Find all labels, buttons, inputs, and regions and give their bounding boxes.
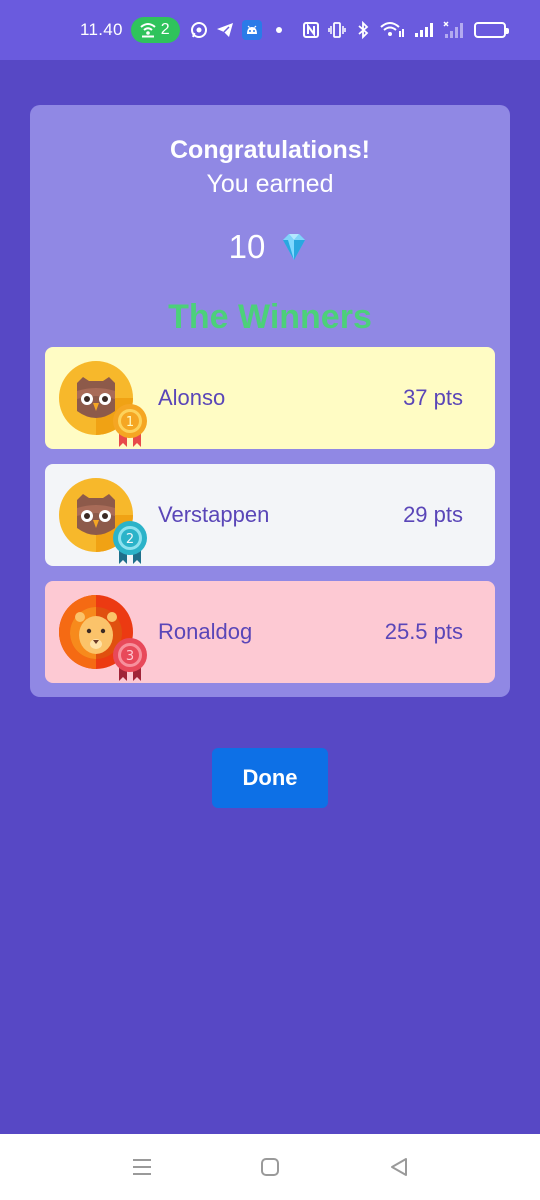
owl-avatar: 1 <box>59 361 147 447</box>
wifi-icon <box>380 21 406 39</box>
hotspot-count: 2 <box>160 21 170 38</box>
bluetooth-icon <box>354 21 372 39</box>
winner-row-2: 2 Verstappen 29 pts <box>45 464 495 566</box>
signal-icon <box>414 21 434 39</box>
rank-medal-2: 2 <box>109 518 151 566</box>
done-button[interactable]: Done <box>212 748 328 808</box>
earned-subheading: You earned <box>206 170 334 198</box>
hotspot-icon <box>139 21 157 39</box>
player-points: 29 pts <box>403 502 463 527</box>
reward-amount-row: 10 <box>0 228 540 266</box>
player-name: Ronaldog <box>158 619 253 644</box>
congratulations-heading: Congratulations! <box>170 136 370 164</box>
home-icon[interactable] <box>257 1154 283 1180</box>
android-app-icon <box>241 20 262 40</box>
signal-no-sim-icon <box>442 21 466 39</box>
lion-avatar: 3 <box>59 595 147 681</box>
winner-row-1: 1 Alonso 37 pts <box>45 347 495 449</box>
diamond-icon <box>277 230 311 264</box>
menu-icon[interactable] <box>129 1154 155 1180</box>
player-name: Verstappen <box>158 502 270 527</box>
winners-title: The Winners <box>168 298 372 336</box>
hotspot-badge: 2 <box>130 17 180 43</box>
back-icon[interactable] <box>386 1154 412 1180</box>
rank-number: 3 <box>126 649 134 664</box>
player-name: Alonso <box>158 385 226 410</box>
rank-number: 1 <box>126 415 134 430</box>
notification-dot <box>275 27 282 33</box>
vibrate-icon <box>327 21 346 39</box>
rank-medal-3: 3 <box>109 635 151 683</box>
nfc-icon <box>302 21 320 39</box>
battery-icon <box>473 22 509 38</box>
owl-avatar: 2 <box>59 478 147 564</box>
whatsapp-icon <box>190 21 208 39</box>
player-points: 25.5 pts <box>384 619 463 644</box>
reward-amount: 10 <box>228 228 266 265</box>
status-time: 11.40 <box>80 20 123 39</box>
rank-number: 2 <box>126 532 134 547</box>
player-points: 37 pts <box>403 385 463 410</box>
telegram-icon <box>216 21 234 39</box>
winner-row-3: 3 Ronaldog 25.5 pts <box>45 581 495 683</box>
status-bar: 11.40 2 <box>0 0 540 60</box>
system-nav-bar <box>0 1134 540 1200</box>
rank-medal-1: 1 <box>109 401 151 449</box>
